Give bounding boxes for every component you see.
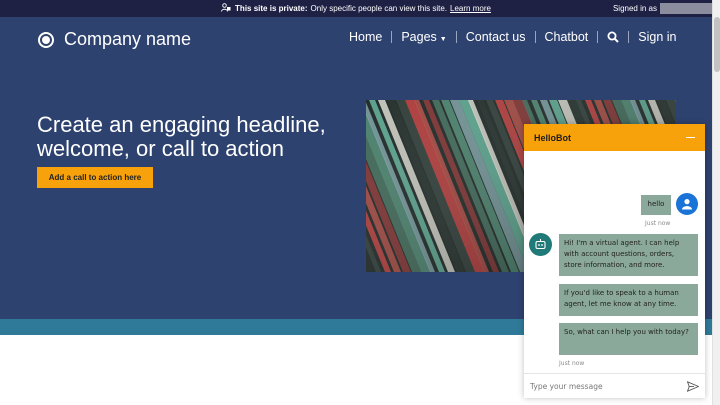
bot-message: Hi! I'm a virtual agent. I can help with… [559, 234, 698, 276]
chat-header: HelloBot [524, 124, 705, 151]
nav-chatbot[interactable]: Chatbot [536, 30, 598, 44]
private-message: Only specific people can view this site. [310, 4, 448, 13]
caret-down-icon: ▼ [439, 36, 447, 43]
page-scrollbar[interactable] [712, 0, 720, 405]
call-to-action-button[interactable]: Add a call to action here [37, 167, 153, 188]
chat-transcript: hello Just now Hi! I'm a virtual agent. … [524, 151, 705, 373]
scrollbar-thumb[interactable] [714, 17, 720, 72]
private-site-banner: This site is private: Only specific peop… [0, 0, 712, 17]
send-icon[interactable] [686, 380, 699, 393]
nav-sign-in[interactable]: Sign in [629, 30, 685, 44]
chat-widget: HelloBot hello Just now Hi! I'm a virtua… [524, 124, 705, 398]
hero-headline: Create an engaging headline, welcome, or… [37, 112, 326, 161]
private-people-icon [221, 3, 231, 14]
bot-message: If you'd like to speak to a human agent,… [559, 284, 698, 316]
user-avatar-icon [676, 193, 698, 215]
minimize-icon[interactable] [686, 136, 695, 139]
main-nav: Home Pages ▼ Contact us Chatbot Sign in [340, 28, 686, 46]
private-label: This site is private: [235, 4, 308, 13]
bot-message-time: Just now [559, 360, 585, 367]
nav-pages-label: Pages [401, 30, 437, 44]
user-message: hello [641, 195, 671, 215]
signed-in-label: Signed in as [612, 4, 657, 13]
nav-pages[interactable]: Pages ▼ [392, 30, 455, 44]
nav-contact-us[interactable]: Contact us [457, 30, 535, 44]
learn-more-link[interactable]: Learn more [450, 4, 491, 13]
chat-title: HelloBot [534, 132, 571, 143]
redacted-username [660, 3, 712, 14]
company-logo[interactable]: Company name [38, 29, 191, 50]
bot-message: So, what can I help you with today? [559, 323, 698, 355]
chat-message-input[interactable] [530, 381, 686, 391]
user-message-time: Just now [645, 220, 671, 227]
search-icon[interactable] [598, 31, 628, 43]
company-name: Company name [64, 29, 192, 49]
logo-icon [38, 31, 54, 48]
chat-input-bar [524, 373, 705, 398]
bot-avatar-icon [529, 233, 552, 256]
signed-in-indicator: Signed in as [613, 0, 712, 17]
nav-home[interactable]: Home [340, 30, 391, 44]
